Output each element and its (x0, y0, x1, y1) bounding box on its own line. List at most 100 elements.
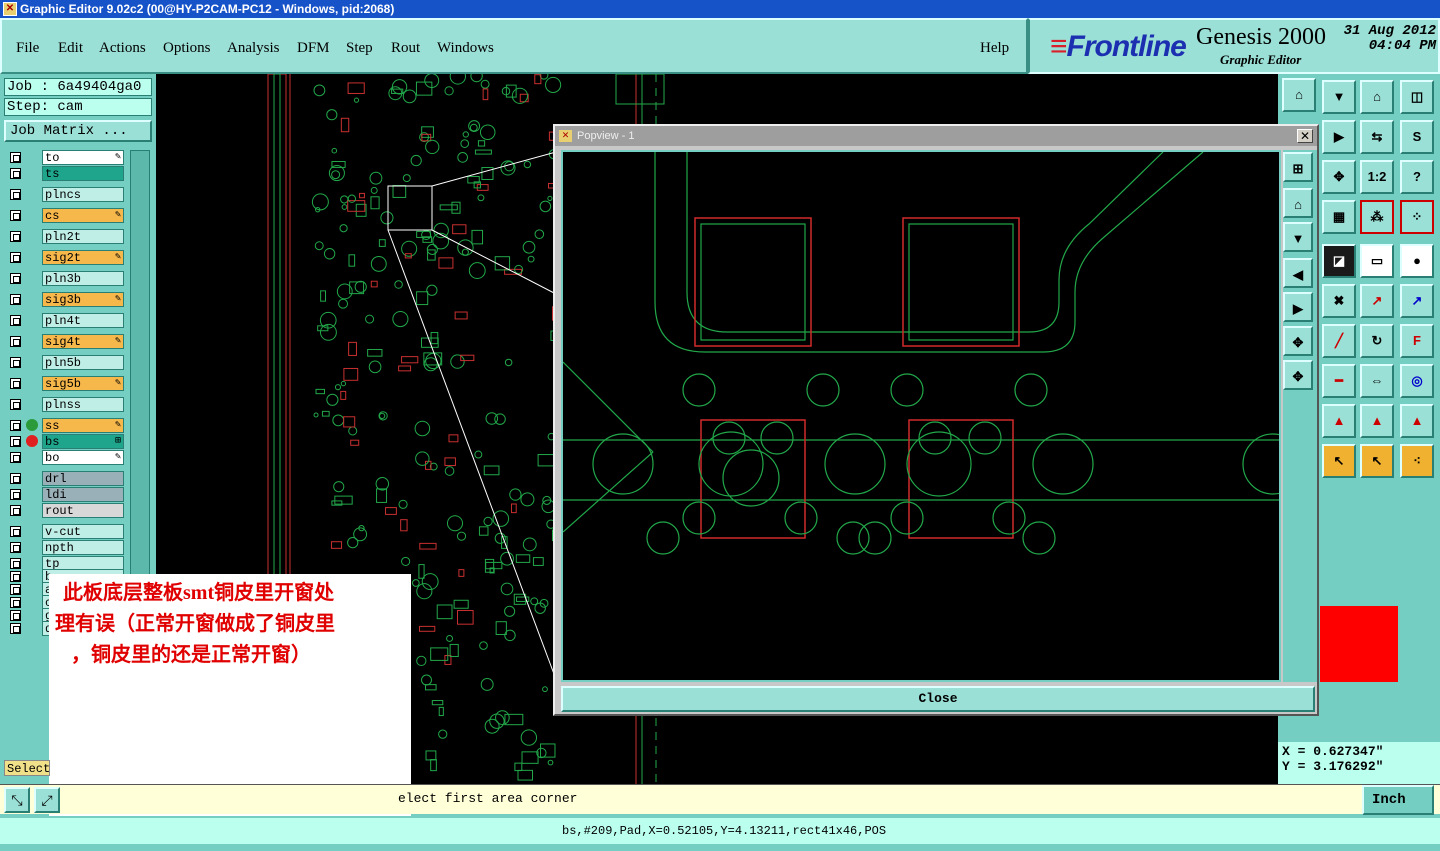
layer-row-pln3b[interactable]: pln3b (6, 271, 126, 286)
pad-icon[interactable]: ● (1400, 244, 1434, 278)
layer-checkbox[interactable] (10, 584, 21, 595)
layer-name[interactable]: bs ⊞ (42, 434, 124, 449)
layer-row-npth[interactable]: npth (6, 540, 126, 555)
layer-name[interactable]: pln5b (42, 355, 124, 370)
layer-checkbox[interactable] (10, 489, 21, 500)
layer-row-pln5b[interactable]: pln5b (6, 355, 126, 370)
line-edit-icon[interactable]: ↗ (1400, 284, 1434, 318)
save-down-icon[interactable]: ▼ (1322, 80, 1356, 114)
menu-dfm[interactable]: DFM (297, 40, 330, 57)
layer-checkbox[interactable] (10, 252, 21, 263)
surface-icon[interactable]: ▲ (1360, 404, 1394, 438)
layer-name[interactable]: bo ✎ (42, 450, 124, 465)
menu-help[interactable]: Help (980, 40, 1009, 57)
layer-row-bo[interactable]: bo ✎ (6, 450, 126, 465)
layer-checkbox[interactable] (10, 357, 21, 368)
layer-row-plncs[interactable]: plncs (6, 187, 126, 202)
layer-checkbox[interactable] (10, 623, 21, 634)
menu-file[interactable]: File (16, 40, 39, 57)
delete-icon[interactable]: ✖ (1322, 284, 1356, 318)
menu-edit[interactable]: Edit (58, 40, 83, 57)
layer-name[interactable]: v-cut (42, 524, 124, 539)
layer-checkbox[interactable] (10, 571, 21, 582)
layer-name[interactable]: cs ✎ (42, 208, 124, 223)
house-icon[interactable]: ⌂ (1360, 80, 1394, 114)
layer-name[interactable]: sig3b ✎ (42, 292, 124, 307)
layer-row-cs[interactable]: cs ✎ (6, 208, 126, 223)
layer-checkbox[interactable] (10, 610, 21, 621)
layer-name[interactable]: drl (42, 471, 124, 486)
layer-checkbox[interactable] (10, 558, 21, 569)
unit-selector[interactable]: Inch (1362, 785, 1434, 815)
menu-analysis[interactable]: Analysis (227, 40, 280, 57)
pop-save-icon[interactable]: ▼ (1283, 222, 1313, 252)
segment-icon[interactable]: ━ (1322, 364, 1356, 398)
polygon-icon[interactable]: ▲ (1322, 404, 1356, 438)
job-matrix-button[interactable]: Job Matrix ... (4, 120, 152, 142)
menu-options[interactable]: Options (163, 40, 211, 57)
layer-row-sig3b[interactable]: sig3b ✎ (6, 292, 126, 307)
snap-icon[interactable]: ⁂ (1360, 200, 1394, 234)
text-icon[interactable]: F (1400, 324, 1434, 358)
pop-move-icon[interactable]: ✥ (1283, 360, 1313, 390)
layer-name[interactable]: pln4t (42, 313, 124, 328)
layer-checkbox[interactable] (10, 294, 21, 305)
layer-checkbox[interactable] (10, 399, 21, 410)
connect-icon[interactable]: ⁘ (1400, 200, 1434, 234)
layer-checkbox[interactable] (10, 420, 21, 431)
line-add-icon[interactable]: ↗ (1360, 284, 1394, 318)
popview-canvas[interactable] (561, 150, 1281, 682)
move-icon[interactable]: ✥ (1322, 160, 1356, 194)
pop-right-icon[interactable]: ▶ (1283, 292, 1313, 322)
layer-checkbox[interactable] (10, 315, 21, 326)
popview-close-button[interactable]: Close (561, 686, 1315, 712)
pan-right-icon[interactable]: ▶ (1322, 120, 1356, 154)
menu-windows[interactable]: Windows (437, 40, 494, 57)
pop-home-icon[interactable]: ⌂ (1283, 188, 1313, 218)
menu-rout[interactable]: Rout (391, 40, 420, 57)
shapes-icon[interactable]: ◎ (1400, 364, 1434, 398)
s-curve-icon[interactable]: S (1400, 120, 1434, 154)
layer-name[interactable]: to ✎ (42, 150, 124, 165)
layer-checkbox[interactable] (10, 336, 21, 347)
layer-checkbox[interactable] (10, 210, 21, 221)
layer-checkbox[interactable] (10, 231, 21, 242)
layer-checkbox[interactable] (10, 189, 21, 200)
layer-name[interactable]: pln2t (42, 229, 124, 244)
net-select-icon[interactable]: ⁖ (1400, 444, 1434, 478)
layer-name[interactable]: sig2t ✎ (42, 250, 124, 265)
home-icon[interactable]: ⌂ (1282, 78, 1316, 112)
grid-icon[interactable]: ▦ (1322, 200, 1356, 234)
layer-row-plnss[interactable]: plnss (6, 397, 126, 412)
swap-icon[interactable]: ⇆ (1360, 120, 1394, 154)
layer-name[interactable]: sig5b ✎ (42, 376, 124, 391)
layer-row-drl[interactable]: drl (6, 471, 126, 486)
pop-zoom-icon[interactable]: ⊞ (1283, 152, 1313, 182)
zoom-area-icon[interactable]: ◪ (1322, 244, 1356, 278)
help-icon[interactable]: ? (1400, 160, 1434, 194)
fill-icon[interactable]: ▲ (1400, 404, 1434, 438)
popview-close-icon[interactable]: ✕ (1297, 129, 1313, 143)
layer-row-sig4t[interactable]: sig4t ✎ (6, 334, 126, 349)
layer-checkbox[interactable] (10, 526, 21, 537)
layer-name[interactable]: sig4t ✎ (42, 334, 124, 349)
layer-checkbox[interactable] (10, 378, 21, 389)
layer-checkbox[interactable] (10, 452, 21, 463)
ruler-icon[interactable]: ▭ (1360, 244, 1394, 278)
menu-step[interactable]: Step (346, 40, 373, 57)
zoom-box-icon[interactable]: ⤡ (4, 787, 30, 813)
layer-name[interactable]: plncs (42, 187, 124, 202)
select-pointer-icon[interactable]: ↖ (1360, 444, 1394, 478)
layer-name[interactable]: npth (42, 540, 124, 555)
layer-checkbox[interactable] (10, 168, 21, 179)
layer-row-sig2t[interactable]: sig2t ✎ (6, 250, 126, 265)
zoom-cross-icon[interactable]: ⤢ (34, 787, 60, 813)
scale-icon[interactable]: 1:2 (1360, 160, 1394, 194)
layer-name[interactable]: ldi (42, 487, 124, 502)
layer-name[interactable]: ss ✎ (42, 418, 124, 433)
pop-fit-icon[interactable]: ✥ (1283, 326, 1313, 356)
layer-row-pln2t[interactable]: pln2t (6, 229, 126, 244)
menu-actions[interactable]: Actions (99, 40, 146, 57)
layer-name[interactable]: plnss (42, 397, 124, 412)
layer-checkbox[interactable] (10, 273, 21, 284)
